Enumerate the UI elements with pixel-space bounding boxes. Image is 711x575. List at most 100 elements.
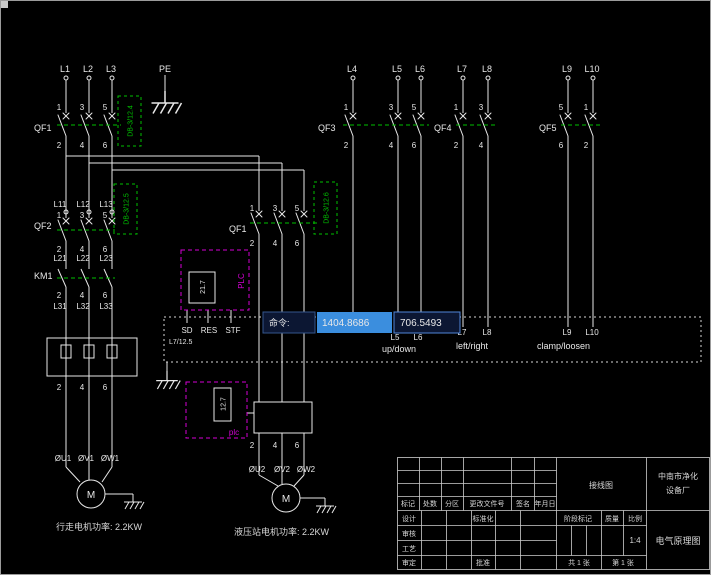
tb-header-date: 年月日	[535, 499, 556, 508]
pole-number: 4	[389, 141, 394, 150]
pole-number: 1	[454, 103, 459, 112]
tb-drawing-title: 电气原理图	[655, 535, 700, 546]
pole-number: 2	[250, 441, 255, 450]
pole-number: 3	[479, 103, 484, 112]
pole-number: 3	[80, 103, 85, 112]
wire-label: L6	[414, 333, 423, 342]
pole-number: 1	[584, 103, 589, 112]
motor-terminal: ØV1	[78, 454, 95, 463]
pole-number: 1	[344, 103, 349, 112]
pole-number: 6	[295, 239, 300, 248]
pole-number: 6	[103, 291, 108, 300]
pole-number: 1	[250, 204, 255, 213]
motor-terminal: ØW1	[101, 454, 120, 463]
pole-number: 4	[80, 245, 85, 254]
tb-scale-value: 1:4	[629, 536, 641, 545]
pole-number: 5	[103, 103, 108, 112]
tb-header-count: 处数	[423, 499, 437, 508]
wire-ref-label: L7/12.5	[169, 339, 192, 346]
motor-terminal: ØU2	[249, 465, 266, 474]
pole-number: 3	[80, 211, 85, 220]
pole-number: 6	[103, 141, 108, 150]
action-label-updown: up/down	[382, 344, 416, 354]
command-prompt-label: 命令:	[269, 317, 290, 328]
tb-scale: 比例	[628, 514, 642, 523]
pole-number: 2	[57, 291, 62, 300]
pole-number: 1	[57, 211, 62, 220]
tb-header-mark: 标记	[401, 499, 415, 508]
phase-label: L1	[60, 64, 70, 74]
action-label-leftright: left/right	[456, 341, 489, 351]
tb-header-sign: 签名	[516, 499, 530, 508]
motor-terminal: ØV2	[274, 465, 291, 474]
pole-number: 6	[559, 141, 564, 150]
phase-label: L3	[106, 64, 116, 74]
db-ref-label: DB-3/12.5	[124, 193, 131, 225]
pole-number: 3	[389, 103, 394, 112]
dynamic-input-overlay[interactable]: 命令: 1404.8686 706.5493	[262, 311, 461, 334]
pole-number: 6	[295, 441, 300, 450]
wire-label: L11	[54, 200, 67, 209]
tb-label-craft: 工艺	[402, 545, 416, 553]
pole-number: 4	[273, 441, 278, 450]
device-label-qf1-mid: QF1	[229, 224, 247, 234]
coord-y-value[interactable]: 706.5493	[400, 318, 442, 329]
wire-label: L10	[585, 328, 599, 337]
wire-label: L12	[76, 200, 90, 209]
pole-number: 1	[57, 103, 62, 112]
motor1-caption: 行走电机功率: 2.2KW	[56, 521, 143, 532]
pole-number: 2	[57, 245, 62, 254]
tb-company-line1: 中南市净化	[658, 471, 698, 481]
tb-weight: 质量	[605, 514, 619, 523]
pole-number: 4	[273, 239, 278, 248]
pe-label: PE	[159, 64, 171, 74]
pole-number: 2	[250, 239, 255, 248]
device-label-km1: KM1	[34, 271, 53, 281]
pole-number: 6	[103, 383, 108, 392]
motor-symbol: M	[87, 490, 95, 501]
db-ref-label: DB-3/12.4	[128, 105, 135, 137]
device-label-qf4: QF4	[434, 123, 452, 133]
action-label-clamploosen: clamp/loosen	[537, 341, 590, 351]
pole-number: 4	[80, 141, 85, 150]
phase-label: L9	[562, 64, 572, 74]
tb-label-examine: 审定	[402, 558, 416, 567]
plc-upper-label: PLC	[237, 273, 246, 289]
phase-label: L6	[415, 64, 425, 74]
drawing-canvas[interactable]: DB-3/12.4 DB-3/12.5 DB-3/12.6 21.7 PLC 1…	[1, 1, 711, 575]
motor-symbol: M	[282, 494, 290, 505]
window-corner-artifact	[1, 1, 8, 8]
phase-label: L8	[482, 64, 492, 74]
pole-number: 2	[454, 141, 459, 150]
pole-number: 2	[584, 141, 589, 150]
phase-label: L7	[457, 64, 467, 74]
wire-label: L32	[76, 302, 90, 311]
pole-number: 5	[295, 204, 300, 213]
tb-company-line2: 设备厂	[666, 485, 690, 495]
wire-label: L5	[391, 333, 400, 342]
coord-x-value[interactable]: 1404.8686	[322, 318, 370, 329]
wire-label: L8	[483, 328, 492, 337]
inverter-terminal: SD	[181, 326, 192, 335]
inverter-terminal: STF	[225, 326, 240, 335]
wire-label: L21	[53, 254, 67, 263]
tb-header-zone: 分区	[445, 499, 459, 508]
device-label-qf1: QF1	[34, 123, 52, 133]
pole-number: 6	[412, 141, 417, 150]
pole-number: 5	[559, 103, 564, 112]
phase-label: L2	[83, 64, 93, 74]
tb-label-standard: 标准化	[473, 514, 494, 523]
pole-number: 6	[103, 245, 108, 254]
tb-label-design: 设计	[402, 514, 416, 523]
phase-label: L10	[584, 64, 599, 74]
pole-number: 4	[80, 291, 85, 300]
plc-upper-number: 21.7	[200, 280, 207, 294]
wire-label: L22	[76, 254, 90, 263]
wire-label: L31	[53, 302, 67, 311]
device-label-qf3: QF3	[318, 123, 336, 133]
pole-number: 5	[412, 103, 417, 112]
db-ref-label: DB-3/12.6	[324, 192, 331, 224]
pole-number: 3	[273, 204, 278, 213]
tb-stage-mark: 阶段标记	[564, 514, 592, 523]
motor-terminal: ØU1	[55, 454, 72, 463]
